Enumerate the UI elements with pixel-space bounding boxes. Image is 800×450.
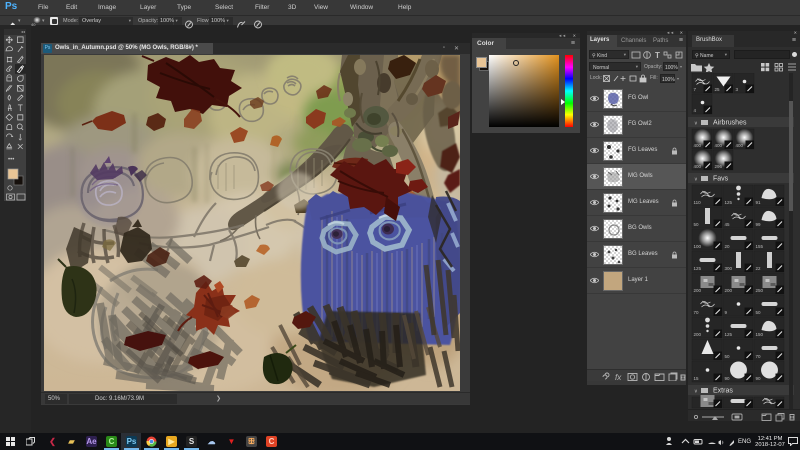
svg-text:150: 150	[756, 332, 764, 337]
svg-text:250: 250	[756, 288, 764, 293]
svg-text:200: 200	[694, 288, 702, 293]
svg-text:∨: ∨	[694, 177, 698, 183]
svg-text:300: 300	[725, 266, 733, 271]
svg-text:90: 90	[725, 376, 731, 381]
svg-text:155: 155	[756, 244, 764, 249]
svg-text:∨: ∨	[694, 389, 698, 395]
svg-text:Extras: Extras	[713, 388, 733, 395]
svg-text:70: 70	[756, 354, 762, 359]
svg-text:91: 91	[756, 200, 762, 205]
svg-text:70: 70	[694, 310, 700, 315]
svg-text:45: 45	[725, 222, 731, 227]
svg-text:400: 400	[736, 143, 744, 148]
svg-text:125: 125	[725, 332, 733, 337]
svg-text:100: 100	[694, 244, 702, 249]
svg-text:50: 50	[725, 354, 731, 359]
svg-text:50: 50	[694, 222, 700, 227]
svg-text:50: 50	[756, 310, 762, 315]
svg-text:15: 15	[694, 376, 700, 381]
svg-text:400: 400	[715, 143, 723, 148]
svg-text:296: 296	[715, 164, 723, 169]
svg-text:T: T	[655, 51, 660, 60]
svg-text:400: 400	[694, 143, 702, 148]
svg-text:200: 200	[694, 332, 702, 337]
svg-text:90: 90	[756, 376, 762, 381]
svg-text:400: 400	[694, 164, 702, 169]
svg-text:99: 99	[756, 222, 762, 227]
svg-text:110: 110	[694, 200, 702, 205]
svg-text:Favs: Favs	[713, 176, 729, 183]
svg-text:25: 25	[715, 87, 721, 92]
svg-text:∨: ∨	[694, 121, 698, 127]
svg-text:125: 125	[694, 266, 702, 271]
svg-text:Airbrushes: Airbrushes	[713, 120, 747, 127]
svg-text:22: 22	[756, 266, 762, 271]
svg-text:•••: •••	[8, 157, 14, 163]
svg-text:200: 200	[725, 288, 733, 293]
svg-text:125: 125	[725, 200, 733, 205]
svg-text:20: 20	[725, 244, 731, 249]
